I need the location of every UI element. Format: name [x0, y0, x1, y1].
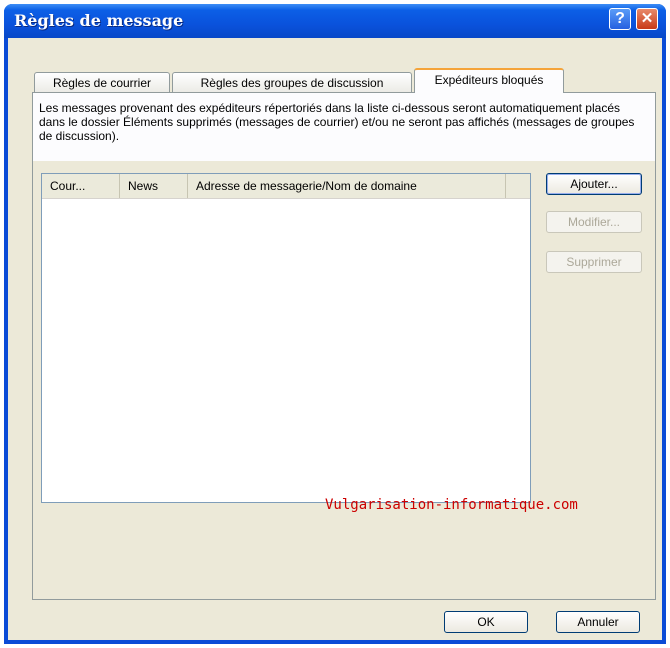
- tab-label: Règles de courrier: [52, 76, 152, 90]
- title-bar[interactable]: Règles de message ? ✕: [4, 4, 666, 38]
- ok-button[interactable]: OK: [444, 611, 528, 633]
- list-header: Cour... News Adresse de messagerie/Nom d…: [42, 174, 530, 199]
- tab-blocked-senders[interactable]: Expéditeurs bloqués: [414, 68, 564, 93]
- close-icon[interactable]: ✕: [636, 8, 658, 30]
- column-header-address[interactable]: Adresse de messagerie/Nom de domaine: [188, 174, 506, 198]
- cancel-button[interactable]: Annuler: [556, 611, 640, 633]
- tab-panel: Les messages provenant des expéditeurs r…: [32, 92, 656, 600]
- message-rules-window: Règles de message ? ✕ Règles de courrier…: [4, 4, 666, 644]
- tab-label: Règles des groupes de discussion: [200, 76, 384, 90]
- dialog-client: Règles de courrier Règles des groupes de…: [8, 38, 662, 640]
- tab-mail-rules[interactable]: Règles de courrier: [34, 72, 170, 92]
- tab-news-rules[interactable]: Règles des groupes de discussion: [172, 72, 412, 92]
- watermark-text: Vulgarisation-informatique.com: [325, 497, 578, 513]
- tab-label: Expéditeurs bloqués: [434, 73, 544, 87]
- blocked-senders-area: Cour... News Adresse de messagerie/Nom d…: [33, 161, 655, 599]
- column-header-mail[interactable]: Cour...: [42, 174, 120, 198]
- add-button[interactable]: Ajouter...: [546, 173, 642, 195]
- delete-button[interactable]: Supprimer: [546, 251, 642, 273]
- help-icon[interactable]: ?: [609, 8, 631, 30]
- description-text: Les messages provenant des expéditeurs r…: [39, 101, 635, 143]
- column-header-news[interactable]: News: [120, 174, 188, 198]
- modify-button[interactable]: Modifier...: [546, 211, 642, 233]
- blocked-senders-list[interactable]: Cour... News Adresse de messagerie/Nom d…: [41, 173, 531, 503]
- window-title: Règles de message: [14, 11, 184, 30]
